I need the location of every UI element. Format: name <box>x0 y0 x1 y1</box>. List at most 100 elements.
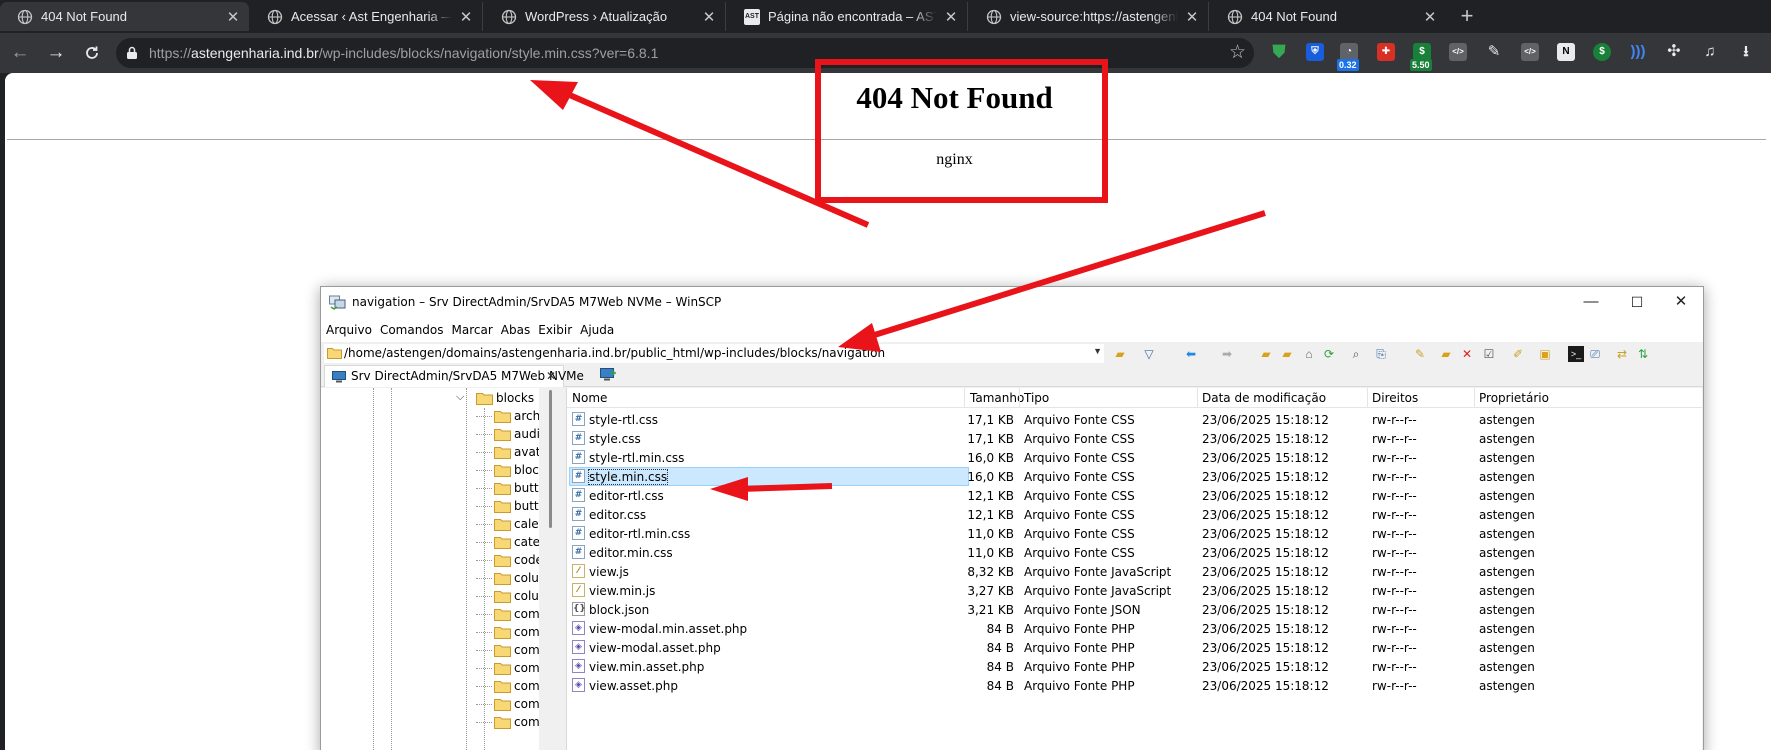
file-row[interactable]: ◈ view-modal.asset.php 84 B Arquivo Fonte P… <box>569 638 1699 657</box>
shield-icon[interactable]: ⛊ <box>1270 43 1288 61</box>
bitwarden-icon[interactable]: ⛨ <box>1306 43 1324 61</box>
column-direitos[interactable]: Direitos <box>1372 391 1418 405</box>
file-row[interactable]: ⁄ view.min.js 3,27 KB Arquivo Fonte JavaScr… <box>569 581 1699 600</box>
file-row[interactable]: # editor.css 12,1 KB Arquivo Fonte CSS 23/06… <box>569 505 1699 524</box>
root-folder-icon[interactable]: ▰ <box>1279 346 1295 362</box>
bookmark-star-icon[interactable]: ☆ <box>1229 41 1246 64</box>
file-row[interactable]: ◈ view.min.asset.php 84 B Arquivo Fonte PHP… <box>569 657 1699 676</box>
file-row[interactable]: # style.min.css 16,0 KB Arquivo Fonte CSS 23… <box>569 467 1699 486</box>
browser-tab-1[interactable]: 404 Not Found ✕ <box>0 2 249 31</box>
file-name: style-rtl.css <box>589 413 658 427</box>
forward-arrow-icon[interactable]: ➡ <box>1219 346 1235 362</box>
file-row[interactable]: # style-rtl.min.css 16,0 KB Arquivo Fonte C… <box>569 448 1699 467</box>
close-icon[interactable]: ✕ <box>943 8 959 26</box>
source-icon[interactable]: </> <box>1521 43 1539 61</box>
back-button[interactable]: ← <box>7 40 33 66</box>
file-row[interactable]: # style.css 17,1 KB Arquivo Fonte CSS 23/06/… <box>569 429 1699 448</box>
file-row[interactable]: # editor-rtl.css 12,1 KB Arquivo Fonte CSS 2… <box>569 486 1699 505</box>
transfer-icon[interactable]: ⎘ <box>1373 346 1389 362</box>
window-titlebar[interactable]: navigation – Srv DirectAdmin/SrvDA5 M7We… <box>321 287 1703 318</box>
home-icon[interactable]: ⌂ <box>1301 346 1317 362</box>
maximize-button[interactable]: ☐ <box>1617 290 1657 314</box>
eyedropper-icon[interactable]: ✎ <box>1485 43 1503 61</box>
browser-tab-6[interactable]: 404 Not Found ✕ <box>1210 2 1446 31</box>
media-icon[interactable]: ♫ <box>1701 43 1719 61</box>
forward-button[interactable]: → <box>43 40 69 66</box>
css-file-icon: # <box>572 488 585 502</box>
chevron-down-icon[interactable]: ▼ <box>1093 346 1102 356</box>
browser-tab-3[interactable]: WordPress › Atualização ✕ <box>484 2 726 31</box>
column-proprietario[interactable]: Proprietário <box>1479 391 1549 405</box>
browser-tab-5[interactable]: view-source:https://astengenharia.ind.br… <box>969 2 1209 31</box>
file-row[interactable]: # editor.min.css 11,0 KB Arquivo Fonte CSS 2… <box>569 543 1699 562</box>
delete-icon[interactable]: ✕ <box>1459 346 1475 362</box>
path-combobox[interactable]: /home/astengen/domains/astengenharia.ind… <box>324 344 1104 363</box>
terminal-icon[interactable]: >_ <box>1568 346 1584 362</box>
file-rights: rw-r--r-- <box>1372 508 1417 522</box>
menu-arquivo[interactable]: Arquivo <box>321 318 375 337</box>
download-icon[interactable]: ⭳ <box>1737 43 1755 61</box>
tab-title: Acessar ‹ Ast Engenharia — WordPress <box>291 9 452 24</box>
current-path: /home/astengen/domains/astengenharia.ind… <box>344 346 886 360</box>
file-row[interactable]: ◈ view.asset.php 84 B Arquivo Fonte PHP 23/0… <box>569 676 1699 695</box>
close-window-button[interactable]: ✕ <box>1661 290 1701 314</box>
browser-tab-4[interactable]: AST Página não encontrada – AST ✕ <box>727 2 968 31</box>
column-nome[interactable]: Nome <box>572 391 607 405</box>
new-tab-button[interactable]: + <box>1454 4 1480 30</box>
refresh-icon[interactable]: ⟳ <box>1321 346 1337 362</box>
reload-button[interactable] <box>79 40 105 66</box>
new-icon[interactable]: ▣ <box>1537 346 1553 362</box>
notion-icon[interactable]: N <box>1557 43 1575 61</box>
menu-comandos[interactable]: Comandos <box>375 318 447 337</box>
new-folder-icon[interactable]: ▰ <box>1438 346 1454 362</box>
close-icon[interactable]: ✕ <box>701 8 717 26</box>
menu-ajuda[interactable]: Ajuda <box>575 318 617 337</box>
folder-icon <box>494 717 511 729</box>
keep-up-to-date-icon[interactable]: ⇅ <box>1635 346 1651 362</box>
file-modified: 23/06/2025 15:18:12 <box>1202 565 1329 579</box>
file-row[interactable]: # style-rtl.css 17,1 KB Arquivo Fonte CSS 23… <box>569 410 1699 429</box>
find-files-icon[interactable]: ⌕ <box>1348 346 1364 362</box>
file-row[interactable]: ◈ view-modal.min.asset.php 84 B Arquivo Fon… <box>569 619 1699 638</box>
column-data[interactable]: Data de modificação <box>1202 391 1326 405</box>
money-icon[interactable]: $ <box>1593 43 1611 61</box>
close-icon[interactable]: ✕ <box>225 8 241 26</box>
puzzle-icon[interactable]: ✣ <box>1665 43 1683 61</box>
address-bar[interactable]: https://astengenharia.ind.br/wp-includes… <box>116 38 1254 68</box>
filter-icon[interactable]: ▽ <box>1141 346 1157 362</box>
putty-icon[interactable]: ⎚ <box>1587 346 1603 362</box>
file-row[interactable]: # editor-rtl.min.css 11,0 KB Arquivo Fonte … <box>569 524 1699 543</box>
edit-icon[interactable]: ✎ <box>1412 346 1428 362</box>
menu-marcar[interactable]: Marcar <box>447 318 496 337</box>
close-icon[interactable]: ✕ <box>1422 8 1438 26</box>
browser-tab-2[interactable]: Acessar ‹ Ast Engenharia — WordPress ✕ <box>250 2 483 31</box>
file-row[interactable]: {} block.json 3,21 KB Arquivo Fonte JSON 23/… <box>569 600 1699 619</box>
file-rights: rw-r--r-- <box>1372 546 1417 560</box>
back-arrow-icon[interactable]: ⬅ <box>1183 346 1199 362</box>
properties-icon[interactable]: ☑ <box>1481 346 1497 362</box>
sound-icon[interactable]: ))) <box>1629 43 1647 61</box>
open-folder-icon[interactable]: ▰ <box>1112 346 1128 362</box>
url-text[interactable]: https://astengenharia.ind.br/wp-includes… <box>149 45 658 61</box>
file-type: Arquivo Fonte CSS <box>1024 489 1135 503</box>
close-icon[interactable]: ✕ <box>1184 8 1200 26</box>
chevron-down-icon[interactable]: ⌵ <box>456 390 464 404</box>
menu-exibir[interactable]: Exibir <box>533 318 575 337</box>
column-tamanho[interactable]: Tamanho <box>970 391 1024 405</box>
minimize-button[interactable]: — <box>1571 290 1611 314</box>
tree-scrollbar[interactable] <box>549 388 553 750</box>
column-tipo[interactable]: Tipo <box>1024 391 1049 405</box>
flag-icon[interactable]: ✚ <box>1377 43 1395 61</box>
scrollbar-thumb[interactable] <box>549 390 552 528</box>
parent-folder-icon[interactable]: ▰ <box>1258 346 1274 362</box>
file-type: Arquivo Fonte CSS <box>1024 432 1135 446</box>
file-row[interactable]: ⁄ view.js 8,32 KB Arquivo Fonte JavaScript 2… <box>569 562 1699 581</box>
new-session-icon[interactable] <box>600 368 616 382</box>
code-icon[interactable]: </> <box>1449 43 1467 61</box>
rename-icon[interactable]: ✐ <box>1510 346 1526 362</box>
session-tab[interactable]: Srv DirectAdmin/SrvDA5 M7Web NVMe ✕ <box>324 365 584 387</box>
menu-abas[interactable]: Abas <box>496 318 533 337</box>
close-icon[interactable]: ✕ <box>546 369 556 383</box>
close-icon[interactable]: ✕ <box>458 8 474 26</box>
sync-icon[interactable]: ⇄ <box>1614 346 1630 362</box>
